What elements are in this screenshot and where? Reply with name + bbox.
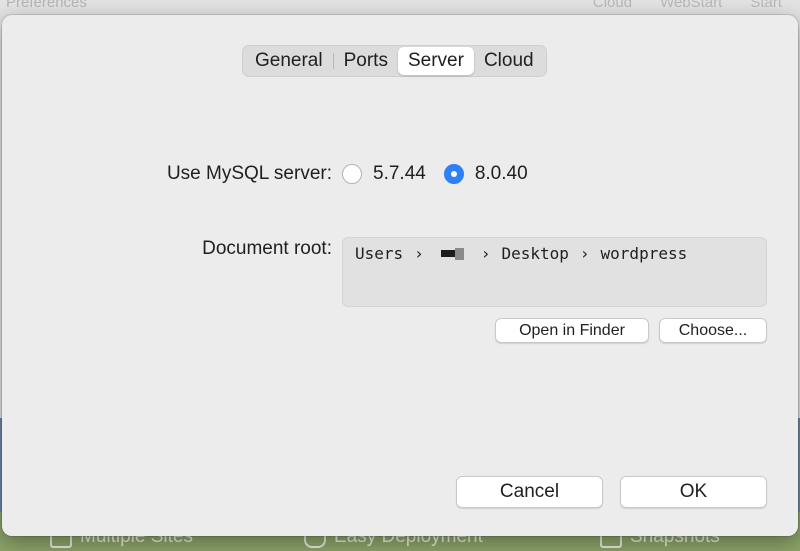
redacted-username-icon (440, 244, 464, 263)
open-in-finder-button[interactable]: Open in Finder (495, 318, 649, 343)
tab-cloud[interactable]: Cloud (474, 47, 544, 75)
path-separator: › (414, 244, 424, 263)
background-tab-webstart: WebStart (660, 0, 723, 11)
tab-ports[interactable]: Ports (334, 47, 398, 75)
tab-general[interactable]: General (245, 47, 333, 75)
background-window-title: Preferences (6, 0, 87, 11)
ok-button[interactable]: OK (620, 476, 767, 508)
document-root-label: Document root: (202, 238, 332, 259)
background-tab-cloud: Cloud (592, 0, 633, 11)
document-root-path-field[interactable]: Users › › Desktop › wordpress (342, 237, 767, 307)
mysql-option-5-7-44[interactable]: 5.7.44 (342, 163, 426, 185)
radio-unselected-icon[interactable] (342, 164, 362, 184)
background-tabs: Cloud WebStart Start (593, 0, 782, 11)
mysql-option-label: 5.7.44 (373, 163, 426, 184)
path-component-wordpress: wordpress (600, 244, 688, 263)
preferences-sheet: General Ports Server Cloud Use MySQL ser… (2, 15, 798, 536)
path-separator: › (579, 244, 590, 263)
background-tab-start: Start (750, 0, 782, 11)
choose-button[interactable]: Choose... (659, 318, 767, 343)
tab-server[interactable]: Server (397, 47, 474, 75)
mysql-server-label: Use MySQL server: (166, 163, 332, 184)
path-component-users: Users (355, 244, 404, 263)
cancel-button[interactable]: Cancel (456, 476, 603, 508)
radio-selected-icon[interactable] (443, 164, 464, 184)
mysql-option-label: 8.0.40 (474, 163, 528, 184)
preferences-tab-bar: General Ports Server Cloud (242, 45, 547, 77)
mysql-option-8-0-40[interactable]: 8.0.40 (443, 163, 528, 185)
mysql-version-radio-group: 5.7.44 8.0.40 (342, 163, 546, 185)
path-component-desktop: Desktop (501, 244, 569, 263)
path-separator: › (480, 244, 491, 263)
